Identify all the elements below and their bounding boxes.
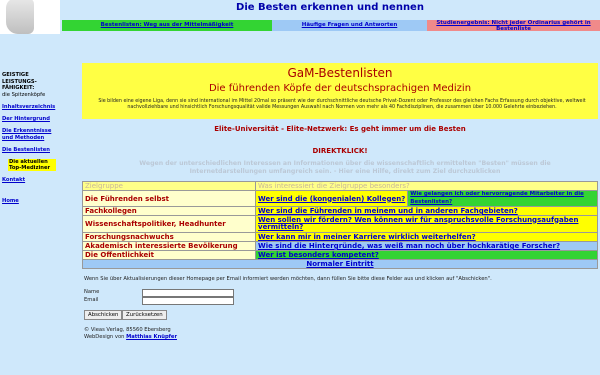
- name-input[interactable]: [142, 289, 234, 297]
- table-header-row: Zielgruppe Was interessiert die Zielgrup…: [82, 181, 598, 191]
- submit-button[interactable]: Abschicken: [84, 310, 123, 320]
- nav-link-bestenlisten[interactable]: Bestenlisten: Weg aus der Mittelmäßigkei…: [62, 20, 272, 31]
- header-zielgruppe: Zielgruppe: [82, 181, 256, 191]
- page-banner-title: Die Besten erkennen und nennen: [236, 2, 424, 13]
- nav-link-studienergebnis[interactable]: Studienergebnis: Nicht jeder Ordinarius …: [427, 20, 600, 31]
- table-row: Akademisch interessierte Bevölkerung Wie…: [82, 241, 598, 251]
- table-final-row: Normaler Eintritt: [82, 259, 598, 269]
- row-question-link[interactable]: Wer sind die Führenden in meinem und in …: [255, 206, 598, 216]
- row-question-link[interactable]: Wie sind die Hintergründe, was weiß man …: [255, 241, 598, 251]
- name-label: Name: [84, 289, 100, 295]
- sidebar-tagline-sub: die Spitzenköpfe: [2, 91, 46, 98]
- sidebar-item-inhaltsverzeichnis[interactable]: Inhaltsverzeichnis: [2, 104, 56, 110]
- webdesign-credit: WebDesign von Matthias Knüpfer: [84, 334, 177, 340]
- webdesign-prefix: WebDesign von: [84, 334, 125, 340]
- table-row: Die Öffentlichkeit Wer ist besonders kom…: [82, 250, 598, 260]
- direktklick-heading: DIREKTKLICK!: [312, 147, 368, 155]
- row-question-link-2[interactable]: Wie gelangen ich oder hervorragende Mita…: [407, 190, 598, 207]
- email-input[interactable]: [142, 297, 234, 305]
- email-label: Email: [84, 297, 99, 303]
- sidebar: GEISTIGE LEISTUNGS-FÄHIGKEIT: die Spitze…: [2, 72, 56, 204]
- thumb-logo: [0, 0, 60, 34]
- row-group-label: Die Öffentlichkeit: [82, 250, 256, 260]
- sidebar-item-hintergrund[interactable]: Der Hintergrund: [2, 116, 56, 122]
- page-title: GaM-Bestenlisten: [287, 66, 393, 80]
- copyright-text: © Vieas Verlag, 85560 Ebersberg: [84, 327, 171, 333]
- wegen-text: Wegen der unterschiedlichen Interessen a…: [139, 160, 551, 175]
- row-question-link[interactable]: Wer ist besonders kompetent?: [255, 250, 598, 260]
- table-row: Die Führenden selbst Wer sind die (konge…: [82, 190, 598, 207]
- nav-link-faq[interactable]: Häufige Fragen und Antworten: [272, 20, 427, 31]
- sidebar-tagline: GEISTIGE LEISTUNGS-FÄHIGKEIT: die Spitze…: [2, 72, 56, 98]
- normaler-eintritt-link[interactable]: Normaler Eintritt: [82, 259, 598, 269]
- sidebar-item-bestenlisten[interactable]: Die Bestenlisten: [2, 147, 56, 153]
- newsletter-text: Wenn Sie über Aktualisierungen dieser Ho…: [84, 276, 492, 282]
- webdesign-link[interactable]: Matthias Knüpfer: [126, 334, 177, 340]
- row-group-label: Fachkollegen: [82, 206, 256, 216]
- row-question-link[interactable]: Wen sollen wir fördern? Wen können wir f…: [255, 215, 598, 233]
- reset-button[interactable]: Zurücksetzen: [122, 310, 167, 320]
- table-row: Wissenschaftspolitiker, Headhunter Wen s…: [82, 215, 598, 233]
- header-interesse: Was interessiert die Zielgruppe besonder…: [255, 181, 598, 191]
- page-subtitle: Die führenden Köpfe der deutschsprachige…: [208, 83, 472, 94]
- sidebar-item-top-mediziner[interactable]: Die aktuellen Top-Mediziner: [8, 159, 56, 172]
- row-group-label: Die Führenden selbst: [82, 190, 256, 207]
- table-row: Fachkollegen Wer sind die Führenden in m…: [82, 206, 598, 216]
- sidebar-item-kontakt[interactable]: Kontakt: [2, 177, 56, 183]
- top-nav: Bestenlisten: Weg aus der Mittelmäßigkei…: [62, 20, 600, 31]
- row-group-label: Akademisch interessierte Bevölkerung: [82, 241, 256, 251]
- row-group-label: Wissenschaftspolitiker, Headhunter: [82, 215, 256, 233]
- row-group-label: Forschungsnachwuchs: [82, 232, 256, 242]
- thumb-icon: [6, 0, 34, 34]
- sidebar-item-erkenntnisse[interactable]: Die Erkenntnisse und Methoden: [2, 128, 56, 140]
- intro-text: Sie bilden eine eigene Liga, denn sie si…: [98, 99, 586, 110]
- table-row: Forschungsnachwuchs Wer kann mir in mein…: [82, 232, 598, 242]
- sidebar-tagline-main: GEISTIGE LEISTUNGS-FÄHIGKEIT:: [2, 72, 37, 91]
- row-question-link[interactable]: Wer kann mir in meiner Karriere wirklich…: [255, 232, 598, 242]
- elite-heading: Elite-Universität - Elite-Netzwerk: Es g…: [214, 125, 466, 133]
- sidebar-item-home[interactable]: Home: [2, 198, 56, 204]
- row-question-link[interactable]: Wer sind die (kongenialen) Kollegen?: [254, 190, 409, 207]
- target-group-table: Zielgruppe Was interessiert die Zielgrup…: [82, 181, 598, 269]
